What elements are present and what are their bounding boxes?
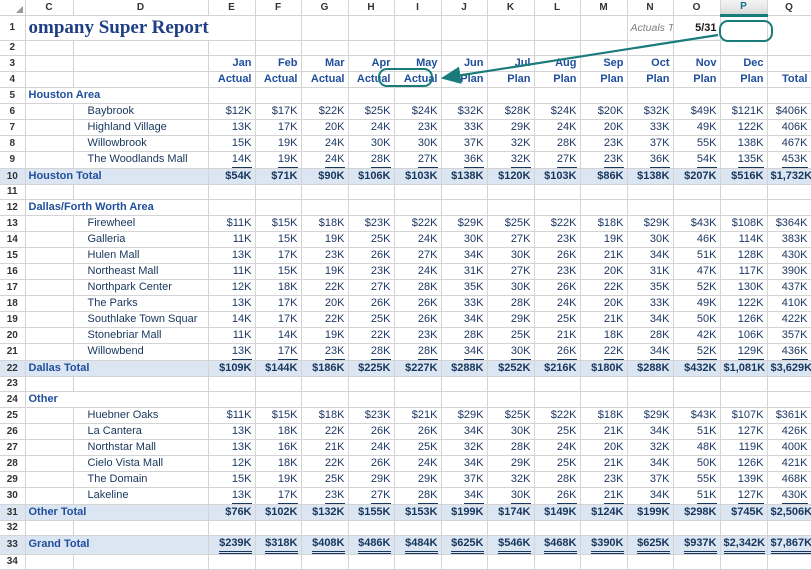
row-header-34[interactable]: 34 xyxy=(0,554,26,570)
double-underline: $318K xyxy=(265,536,298,553)
double-underline: $625K xyxy=(637,536,670,553)
cell-empty[interactable] xyxy=(673,554,721,570)
data-cell[interactable]: $390K xyxy=(580,535,628,555)
double-underline: $239K xyxy=(219,536,252,553)
data-cell[interactable]: $484K xyxy=(394,535,442,555)
cell-empty[interactable] xyxy=(441,554,488,570)
cell-empty[interactable] xyxy=(534,554,581,570)
cell-empty[interactable] xyxy=(720,554,768,570)
cell-value: $625K xyxy=(628,536,673,553)
double-underline: $937K xyxy=(684,536,717,553)
grand-total-label-cell[interactable]: Grand Total xyxy=(25,535,209,555)
double-underline: $486K xyxy=(358,536,391,553)
cell-empty[interactable] xyxy=(73,554,209,570)
double-underline: $408K xyxy=(312,536,345,553)
data-cell[interactable]: $239K xyxy=(208,535,256,555)
grand-total-label: Grand Total xyxy=(28,538,90,550)
cell-empty[interactable] xyxy=(208,554,256,570)
cell-value: $484K xyxy=(395,536,441,553)
data-cell[interactable]: $625K xyxy=(627,535,674,555)
cell-value: $2,342K xyxy=(721,536,767,553)
cell-value: $7,867K xyxy=(768,536,810,553)
spreadsheet-canvas[interactable]: C D E F G H I J K L M N O P Q 1 ompany Su… xyxy=(0,0,811,570)
cell-empty[interactable] xyxy=(25,554,74,570)
cell-empty[interactable] xyxy=(255,554,302,570)
data-cell[interactable]: $546K xyxy=(487,535,535,555)
double-underline: $484K xyxy=(405,536,438,553)
cell-value: $239K xyxy=(209,536,255,553)
data-cell[interactable]: $2,342K xyxy=(720,535,768,555)
cell-value: $486K xyxy=(349,536,394,553)
data-cell[interactable]: $486K xyxy=(348,535,395,555)
cell-empty[interactable] xyxy=(767,554,811,570)
grand-total-row[interactable]: 33 Grand Total $239K $318K $408K $486K $484K $6… xyxy=(0,535,811,555)
cell-empty[interactable] xyxy=(487,554,535,570)
cell-empty[interactable] xyxy=(580,554,628,570)
double-underline: $390K xyxy=(591,536,624,553)
double-underline: $625K xyxy=(451,536,484,553)
cell-empty[interactable] xyxy=(627,554,674,570)
row-header-33[interactable]: 33 xyxy=(0,535,26,555)
data-cell[interactable]: $408K xyxy=(301,535,349,555)
annotation-arrow xyxy=(440,33,719,84)
cell-empty[interactable] xyxy=(301,554,349,570)
data-cell[interactable]: $318K xyxy=(255,535,302,555)
data-cell[interactable]: $937K xyxy=(673,535,721,555)
data-cell[interactable]: $7,867K xyxy=(767,535,811,555)
double-underline: $546K xyxy=(498,536,531,553)
cell-value: $937K xyxy=(674,536,720,553)
cell-value: $468K xyxy=(535,536,580,553)
cell-empty[interactable] xyxy=(394,554,442,570)
data-cell[interactable]: $625K xyxy=(441,535,488,555)
cell-value: $408K xyxy=(302,536,348,553)
data-cell[interactable]: $468K xyxy=(534,535,581,555)
double-underline: $468K xyxy=(544,536,577,553)
double-underline: $2,342K xyxy=(723,536,766,553)
cell-value: $318K xyxy=(256,536,301,553)
cell-value: $625K xyxy=(442,536,487,553)
cell-value: $390K xyxy=(581,536,627,553)
cell-empty[interactable] xyxy=(348,554,395,570)
cell-value: $546K xyxy=(488,536,534,553)
double-underline: $7,867K xyxy=(770,536,810,553)
row-34[interactable]: 34 xyxy=(0,554,811,570)
